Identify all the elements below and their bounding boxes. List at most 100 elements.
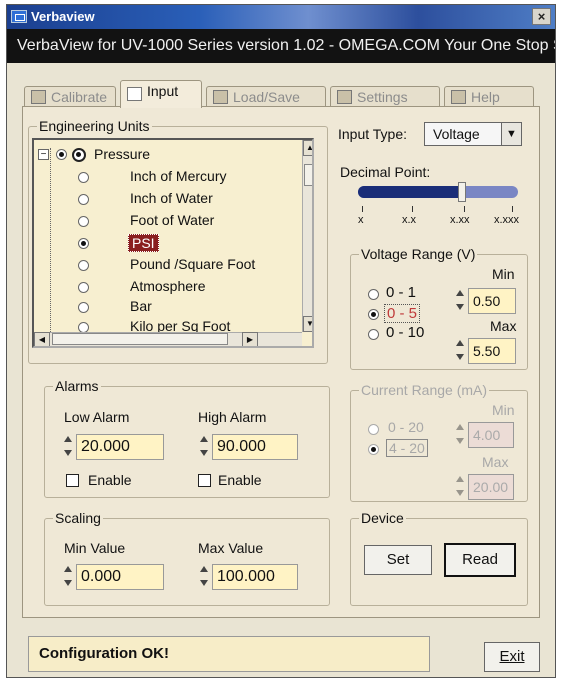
low-alarm-label: Low Alarm: [64, 409, 130, 425]
tree-item[interactable]: Atmosphere: [34, 278, 294, 298]
radio-icon: [368, 309, 379, 320]
title-bar: Verbaview ×: [7, 5, 555, 29]
tree-item[interactable]: Inch of Water: [34, 190, 294, 210]
spin-icon[interactable]: [454, 288, 466, 312]
tab-load-save[interactable]: Load/Save: [206, 86, 326, 108]
current-option-label: 0 - 20: [388, 419, 424, 435]
help-icon: [451, 90, 466, 104]
input-type-value: Voltage: [433, 126, 480, 142]
scaling-max-field[interactable]: 100.000: [212, 564, 298, 590]
tree-item[interactable]: Foot of Water: [34, 212, 294, 232]
slider-fill: [358, 186, 464, 198]
tab-input-label: Input: [147, 83, 179, 99]
settings-icon: [337, 90, 352, 104]
decimal-point-label: Decimal Point:: [340, 164, 431, 180]
tab-settings-label: Settings: [357, 89, 408, 105]
scaling-min-field[interactable]: 0.000: [76, 564, 164, 590]
min-value-label: Min Value: [64, 540, 126, 556]
tree-vertical-scrollbar[interactable]: ▲ ▼: [302, 140, 312, 332]
tree-root-label: Pressure: [94, 146, 151, 162]
device-title: Device: [359, 510, 406, 526]
current-max-field[interactable]: 20.00: [468, 474, 514, 500]
radio-icon: [368, 329, 379, 340]
tab-settings[interactable]: Settings: [330, 86, 440, 108]
window-title: Verbaview: [31, 9, 95, 24]
tab-input[interactable]: Input: [120, 80, 202, 108]
current-option-label: 4 - 20: [386, 439, 428, 457]
tree-item[interactable]: Bar: [34, 298, 294, 318]
tick-label: x.xxx: [494, 214, 520, 226]
spin-icon[interactable]: [454, 338, 466, 362]
checkbox-icon: [66, 474, 79, 487]
radio-icon: [56, 149, 67, 160]
high-alarm-label: High Alarm: [198, 409, 267, 425]
decimal-point-slider[interactable]: [358, 182, 518, 202]
set-button[interactable]: Set: [364, 545, 432, 575]
tree-item-label: PSI: [128, 234, 159, 252]
current-min-field[interactable]: 4.00: [468, 422, 514, 448]
scroll-thumb[interactable]: [304, 164, 312, 186]
tree-item[interactable]: Pound /Square Foot: [34, 256, 294, 276]
radio-icon: [368, 289, 379, 300]
radio-icon: [78, 260, 89, 271]
spin-icon[interactable]: [198, 564, 210, 588]
scroll-up-icon[interactable]: ▲: [303, 140, 312, 156]
voltage-option-label: 0 - 1: [386, 284, 417, 301]
spin-icon[interactable]: [62, 434, 74, 458]
spin-icon[interactable]: [454, 474, 466, 498]
slider-handle[interactable]: [458, 182, 466, 202]
tick-label: x: [358, 214, 364, 226]
tree-node-pressure[interactable]: − Pressure: [34, 146, 294, 166]
radio-icon: [368, 424, 379, 435]
current-max-label: Max: [482, 454, 509, 470]
voltage-max-field[interactable]: 5.50: [468, 338, 516, 364]
scaling-title: Scaling: [53, 510, 103, 526]
tree-item-label: Pound /Square Foot: [130, 256, 256, 272]
collapse-icon[interactable]: −: [38, 149, 49, 160]
tree-item-label: Bar: [130, 298, 152, 314]
scaling-group: Scaling: [44, 510, 330, 606]
voltage-min-label: Min: [492, 266, 515, 282]
spin-icon[interactable]: [62, 564, 74, 588]
scroll-thumb[interactable]: [52, 333, 228, 345]
radio-icon: [78, 302, 89, 313]
spin-icon[interactable]: [198, 434, 210, 458]
spin-icon[interactable]: [454, 422, 466, 446]
alarms-title: Alarms: [53, 378, 101, 394]
tree-horizontal-scrollbar[interactable]: ◀ ▶: [34, 332, 302, 346]
tab-load-save-label: Load/Save: [233, 89, 300, 105]
input-type-select[interactable]: Voltage ▼: [424, 122, 522, 146]
scroll-left-icon[interactable]: ◀: [34, 332, 50, 346]
max-value-label: Max Value: [198, 540, 264, 556]
read-button[interactable]: Read: [444, 543, 516, 577]
radio-icon: [78, 238, 89, 249]
voltage-option-label: 0 - 5: [384, 304, 421, 323]
tree-item[interactable]: Inch of Mercury: [34, 168, 294, 188]
low-alarm-field[interactable]: 20.000: [76, 434, 164, 460]
high-alarm-field[interactable]: 90.000: [212, 434, 298, 460]
current-range-title: Current Range (mA): [359, 382, 490, 398]
chevron-down-icon[interactable]: ▼: [501, 123, 521, 145]
close-button[interactable]: ×: [532, 8, 551, 25]
banner-text: VerbaView for UV-1000 Series version 1.0…: [7, 29, 555, 63]
tab-calibrate-label: Calibrate: [51, 89, 108, 105]
calibrate-icon: [31, 90, 46, 104]
exit-button[interactable]: Exit: [484, 642, 540, 672]
tab-bar: Calibrate Input Load/Save Settings Help: [24, 80, 544, 108]
units-tree[interactable]: − Pressure Inch of Mercury Inch of Water…: [32, 138, 314, 348]
tab-help[interactable]: Help: [444, 86, 534, 108]
radio-icon: [78, 282, 89, 293]
input-type-label: Input Type:: [338, 126, 408, 142]
scroll-down-icon[interactable]: ▼: [303, 316, 312, 332]
scroll-right-icon[interactable]: ▶: [242, 332, 258, 346]
checkbox-icon: [198, 474, 211, 487]
radio-icon: [368, 444, 379, 455]
current-min-label: Min: [492, 402, 515, 418]
voltage-min-field[interactable]: 0.50: [468, 288, 516, 314]
tab-calibrate[interactable]: Calibrate: [24, 86, 116, 108]
tree-item-selected[interactable]: PSI: [34, 234, 294, 254]
folder-icon: [213, 90, 228, 104]
tab-help-label: Help: [471, 89, 500, 105]
radio-icon: [78, 194, 89, 205]
enable-label: Enable: [218, 472, 262, 488]
